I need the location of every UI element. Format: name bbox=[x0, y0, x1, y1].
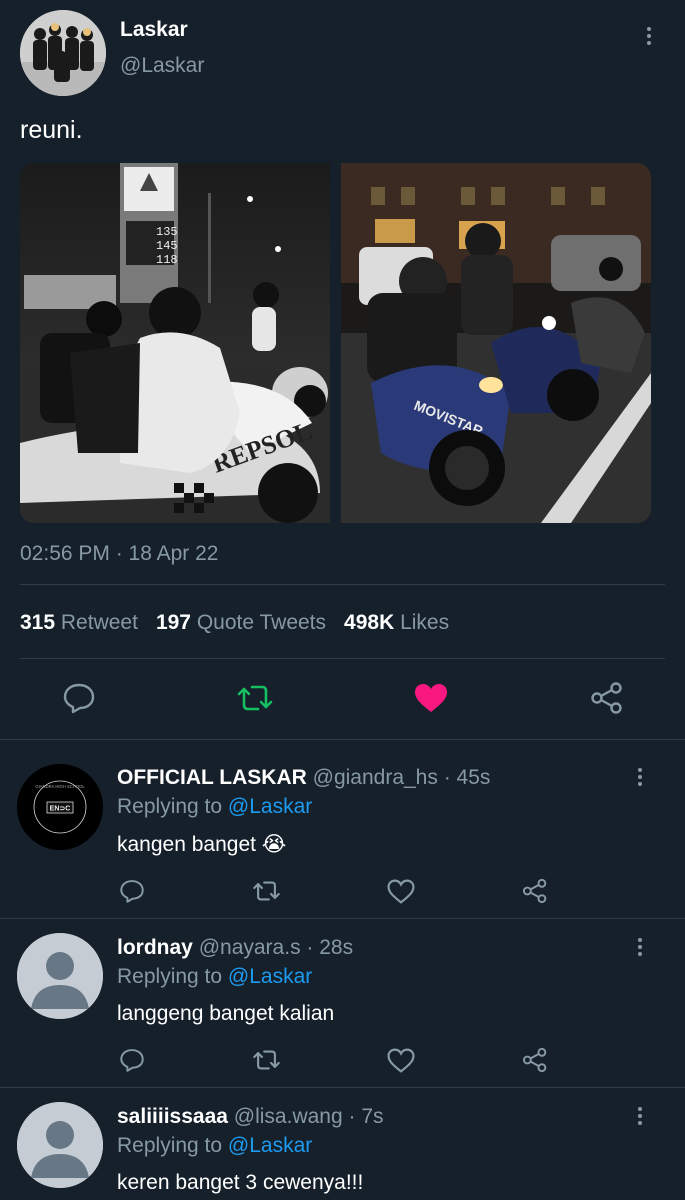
replying-to-link[interactable]: @Laskar bbox=[228, 965, 312, 988]
likes-label: Likes bbox=[400, 611, 450, 634]
gas-price-1: 135 bbox=[156, 225, 178, 239]
likes-count: 498K bbox=[344, 611, 395, 634]
gas-price-2: 145 bbox=[156, 239, 178, 253]
retweet-label: Retweet bbox=[60, 611, 138, 634]
author-handle[interactable]: @Laskar bbox=[120, 54, 204, 78]
reply-item[interactable]: saliiiissaaa @lisa.wang · 7s Replying to… bbox=[0, 1088, 685, 1200]
replying-prefix: Replying to bbox=[117, 795, 223, 818]
replying-to-link[interactable]: @Laskar bbox=[228, 1134, 312, 1157]
replying-prefix: Replying to bbox=[117, 1134, 223, 1157]
reply-text: langgeng banget kalian bbox=[117, 1002, 335, 1025]
reply-display-name[interactable]: saliiiissaaa bbox=[117, 1105, 228, 1128]
reply-more-options-icon[interactable] bbox=[637, 768, 643, 790]
tweet-stats: 315 Retweet 197 Quote Tweets 498K Likes bbox=[20, 611, 449, 635]
reply-more-options-icon[interactable] bbox=[637, 1107, 643, 1129]
tweet-photo-1[interactable]: 135 145 118 REPSOL bbox=[20, 163, 330, 523]
reply-time: · 7s bbox=[348, 1105, 384, 1128]
reply-avatar-default[interactable] bbox=[17, 933, 103, 1019]
tweet-text: reuni. bbox=[20, 116, 83, 144]
like-icon-active[interactable] bbox=[413, 682, 449, 714]
reply-handle[interactable]: @nayara.s bbox=[199, 936, 301, 959]
reply-avatar-default[interactable] bbox=[17, 1102, 103, 1188]
divider bbox=[20, 658, 665, 659]
reply-header: OFFICIAL LASKAR @giandra_hs · 45s bbox=[117, 766, 490, 790]
divider bbox=[20, 584, 665, 585]
reply-text: kangen banget 😭 bbox=[117, 833, 287, 856]
reply-icon[interactable] bbox=[119, 1047, 145, 1073]
share-icon[interactable] bbox=[522, 1047, 548, 1073]
tweet-timestamp[interactable]: 02:56 PM · 18 Apr 22 bbox=[20, 542, 218, 566]
quote-count: 197 bbox=[155, 611, 191, 634]
gas-price-3: 118 bbox=[156, 253, 178, 267]
reply-display-name[interactable]: lordnay bbox=[117, 936, 193, 959]
share-icon[interactable] bbox=[590, 681, 624, 715]
tweet-more-options-icon[interactable] bbox=[646, 27, 652, 49]
reply-item[interactable]: lordnay @nayara.s · 28s Replying to @Las… bbox=[0, 919, 685, 1087]
quote-label: Quote Tweets bbox=[196, 611, 327, 634]
avatar-ring-text: GIANDRA HIGH SCHOOL bbox=[35, 784, 85, 789]
replying-to-link[interactable]: @Laskar bbox=[228, 795, 312, 818]
reply-header: lordnay @nayara.s · 28s bbox=[117, 936, 353, 960]
reply-more-options-icon[interactable] bbox=[637, 938, 643, 960]
reply-time: · 45s bbox=[443, 766, 491, 789]
reply-icon[interactable] bbox=[62, 681, 96, 715]
share-icon[interactable] bbox=[522, 878, 548, 904]
retweet-icon[interactable] bbox=[236, 681, 274, 715]
retweet-stat[interactable]: 315 Retweet bbox=[20, 611, 138, 634]
author-display-name[interactable]: Laskar bbox=[120, 18, 188, 42]
reply-handle[interactable]: @giandra_hs bbox=[313, 766, 438, 789]
retweet-count: 315 bbox=[20, 611, 56, 634]
author-avatar[interactable] bbox=[20, 10, 106, 96]
reply-icon[interactable] bbox=[119, 878, 145, 904]
retweet-icon[interactable] bbox=[252, 1047, 281, 1073]
tweet-photo-2[interactable]: MOVISTAR bbox=[341, 163, 651, 523]
likes-stat[interactable]: 498K Likes bbox=[344, 611, 449, 634]
replying-to-line: Replying to @Laskar bbox=[117, 1134, 312, 1158]
replying-to-line: Replying to @Laskar bbox=[117, 965, 312, 989]
reply-header: saliiiissaaa @lisa.wang · 7s bbox=[117, 1105, 384, 1129]
reply-handle[interactable]: @lisa.wang bbox=[234, 1105, 343, 1128]
retweet-icon[interactable] bbox=[252, 878, 281, 904]
reply-text: keren banget 3 cewenya!!! bbox=[117, 1171, 364, 1194]
like-icon[interactable] bbox=[387, 1048, 415, 1073]
reply-avatar[interactable]: EN⊃C GIANDRA HIGH SCHOOL bbox=[17, 764, 103, 850]
reply-time: · 28s bbox=[306, 936, 354, 959]
replying-prefix: Replying to bbox=[117, 965, 223, 988]
quote-stat[interactable]: 197 Quote Tweets bbox=[156, 611, 326, 634]
avatar-logo-text: EN⊃C bbox=[50, 806, 71, 813]
like-icon[interactable] bbox=[387, 879, 415, 904]
replying-to-line: Replying to @Laskar bbox=[117, 795, 312, 819]
reply-item[interactable]: EN⊃C GIANDRA HIGH SCHOOL OFFICIAL LASKAR… bbox=[0, 740, 685, 918]
reply-display-name[interactable]: OFFICIAL LASKAR bbox=[117, 766, 307, 789]
